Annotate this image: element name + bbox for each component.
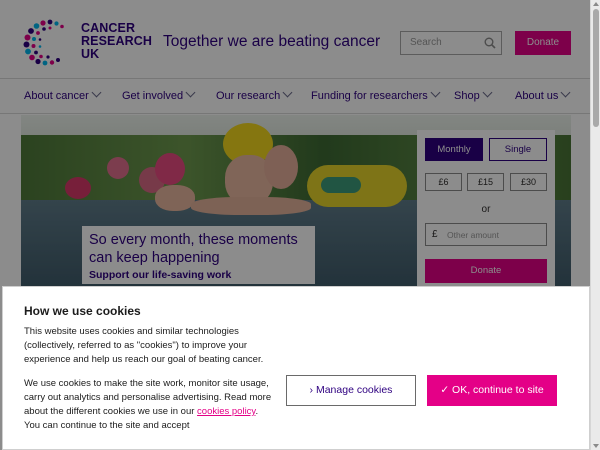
- scroll-down-arrow-icon[interactable]: [593, 444, 599, 448]
- scroll-up-arrow-icon[interactable]: [593, 2, 599, 6]
- cookie-dialog-body: This website uses cookies and similar te…: [24, 325, 274, 443]
- scrollbar-thumb[interactable]: [593, 9, 599, 127]
- cookie-paragraph-1: This website uses cookies and similar te…: [24, 326, 264, 365]
- cookies-policy-link[interactable]: cookies policy: [197, 406, 255, 417]
- cookie-dialog-title: How we use cookies: [24, 304, 141, 318]
- cookie-consent-dialog: How we use cookies This website uses coo…: [2, 286, 590, 450]
- accept-cookies-button[interactable]: ✓ OK, continue to site: [427, 375, 557, 406]
- vertical-scrollbar[interactable]: [590, 0, 600, 450]
- manage-cookies-button[interactable]: › Manage cookies: [286, 375, 416, 406]
- cookie-paragraph-2: We use cookies to make the site work, mo…: [24, 377, 274, 433]
